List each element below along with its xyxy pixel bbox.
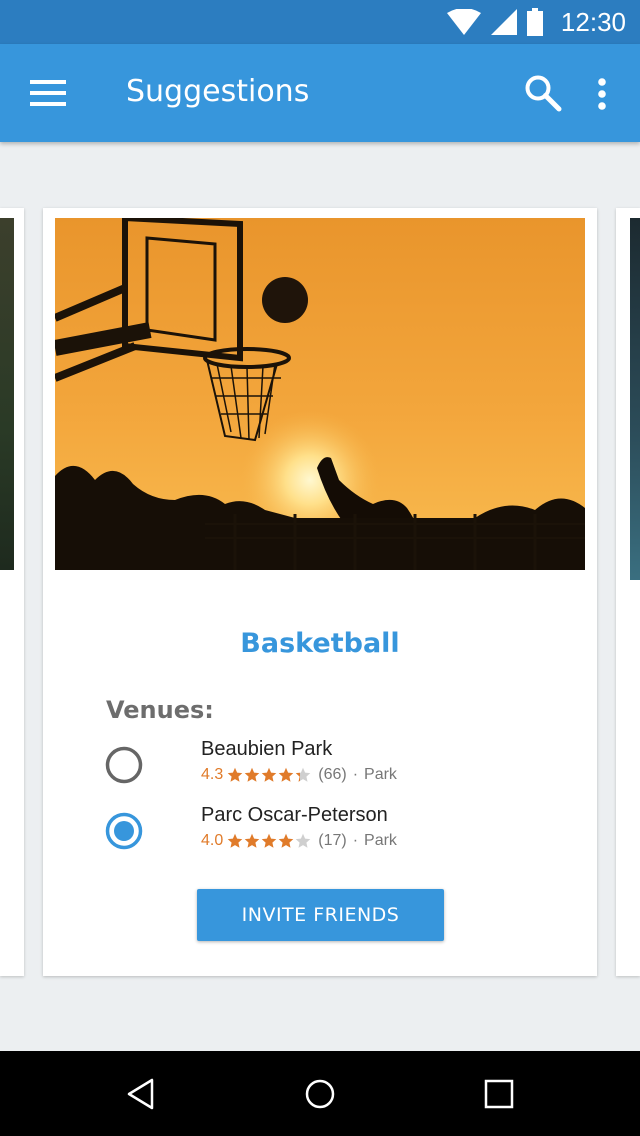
- back-icon[interactable]: [124, 1077, 158, 1111]
- activity-title: Basketball: [240, 628, 400, 659]
- star-full-icon: [244, 833, 260, 848]
- search-icon[interactable]: [524, 74, 562, 112]
- venue-option[interactable]: Parc Oscar-Peterson 4.0 (17) · Park: [105, 802, 565, 866]
- separator: ·: [352, 766, 359, 783]
- radio-selected-icon[interactable]: [105, 812, 143, 850]
- invite-friends-button[interactable]: INVITE FRIENDS: [197, 889, 444, 941]
- star-half-icon: [295, 767, 311, 782]
- previous-card-image: [0, 218, 14, 570]
- rating-stars: [227, 767, 312, 783]
- signal-icon: [490, 9, 517, 35]
- venue-rating: 4.3: [201, 766, 224, 783]
- separator: ·: [352, 832, 359, 849]
- venue-review-count: (66): [318, 766, 347, 783]
- star-full-icon: [278, 833, 294, 848]
- wifi-icon: [446, 9, 481, 35]
- suggestion-card: Basketball Venues: Beaubien Park 4.3 (66…: [43, 208, 597, 976]
- status-icons: 12:30: [446, 6, 626, 38]
- venue-option[interactable]: Beaubien Park 4.3 (66) · Park: [105, 736, 565, 800]
- status-time: 12:30: [560, 6, 626, 37]
- rating-stars: [227, 833, 312, 849]
- basketball-photo: [55, 218, 585, 570]
- venue-review-count: (17): [318, 832, 347, 849]
- page-title: Suggestions: [126, 74, 310, 109]
- next-card-image: [630, 218, 640, 580]
- venue-name: Beaubien Park: [201, 738, 333, 760]
- venue-category: Park: [364, 766, 397, 783]
- previous-card[interactable]: [0, 208, 24, 976]
- status-bar: 12:30: [0, 0, 640, 44]
- star-empty-icon: [295, 833, 311, 848]
- venues-label: Venues:: [106, 696, 214, 724]
- battery-icon: [526, 8, 543, 36]
- star-full-icon: [244, 767, 260, 782]
- menu-icon[interactable]: [30, 80, 66, 106]
- recents-icon[interactable]: [482, 1077, 516, 1111]
- venue-rating: 4.0: [201, 832, 224, 849]
- venue-rating-row: 4.3 (66) · Park: [201, 766, 397, 784]
- venue-category: Park: [364, 832, 397, 849]
- radio-unselected-icon[interactable]: [105, 746, 143, 784]
- next-card[interactable]: [616, 208, 640, 976]
- overflow-menu-icon[interactable]: [596, 78, 608, 110]
- navigation-bar: [0, 1051, 640, 1136]
- star-full-icon: [261, 767, 277, 782]
- star-full-icon: [278, 767, 294, 782]
- star-full-icon: [261, 833, 277, 848]
- star-full-icon: [227, 833, 243, 848]
- venue-rating-row: 4.0 (17) · Park: [201, 832, 397, 850]
- venue-name: Parc Oscar-Peterson: [201, 804, 388, 826]
- home-icon[interactable]: [303, 1077, 337, 1111]
- app-bar: Suggestions: [0, 44, 640, 142]
- star-full-icon: [227, 767, 243, 782]
